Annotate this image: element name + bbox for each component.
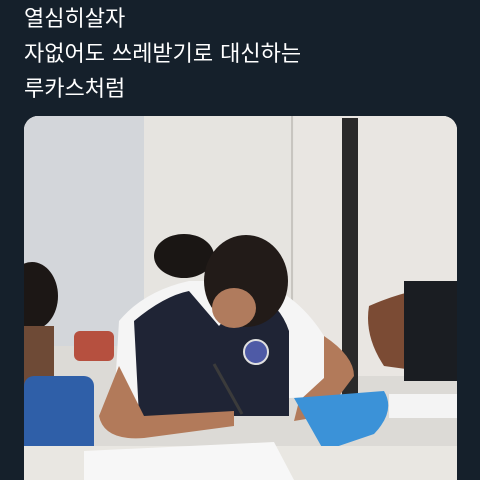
tweet-line-3: 루카스처럼	[24, 77, 126, 102]
classroom-photo-illustration	[24, 116, 457, 480]
tweet-text: 열심히살자 자없어도 쓰레받기로 대신하는 루카스처럼	[24, 2, 464, 107]
tweet-line-1: 열심히살자	[24, 7, 126, 32]
tweet-photo[interactable]	[24, 116, 457, 480]
tweet-line-2: 자없어도 쓰레받기로 대신하는	[24, 42, 302, 67]
